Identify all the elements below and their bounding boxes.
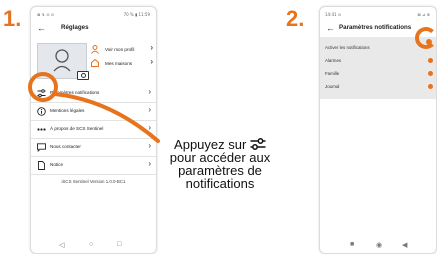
toggle-on-indicator[interactable] <box>428 71 433 76</box>
nav-recents-icon[interactable]: ■ <box>350 241 354 248</box>
sliders-icon <box>250 138 266 150</box>
nav-back-icon[interactable]: ◀ <box>402 241 407 249</box>
step-number-2: 2. <box>286 6 305 31</box>
toggle-on-indicator-highlighted[interactable] <box>426 39 432 45</box>
toggle-on-indicator[interactable] <box>428 84 433 89</box>
back-arrow-icon[interactable]: ← <box>326 23 335 33</box>
toggle-row-alarms[interactable]: Alarmes <box>320 54 436 68</box>
caption-after-icon: pour accéder aux paramètres de notificat… <box>169 150 271 191</box>
android-nav-bar: ■ ◉ ◀ <box>320 239 436 253</box>
toggle-label: Famille <box>325 71 340 76</box>
toggle-label: Activer les notifications <box>325 45 370 50</box>
status-left: 14:41 ⊙ <box>325 12 342 17</box>
toggle-label: Journal <box>325 84 340 89</box>
toggle-highlight-ring <box>415 27 437 49</box>
toggle-on-indicator[interactable] <box>428 58 433 63</box>
toggle-row-family[interactable]: Famille <box>320 67 436 81</box>
toggle-row-journal[interactable]: Journal <box>320 80 436 94</box>
status-bar: 14:41 ⊙ ⊠ ⊿ ⊚ <box>320 7 436 21</box>
callout-highlight <box>28 72 160 143</box>
status-right: ⊠ ⊿ ⊚ <box>417 12 430 17</box>
instruction-caption: Appuyez sur pour accéder aux paramètres … <box>153 138 287 190</box>
toggle-label: Alarmes <box>325 58 342 63</box>
nav-home-icon[interactable]: ◉ <box>376 241 382 249</box>
page-title: Paramètres notifications <box>339 24 412 31</box>
